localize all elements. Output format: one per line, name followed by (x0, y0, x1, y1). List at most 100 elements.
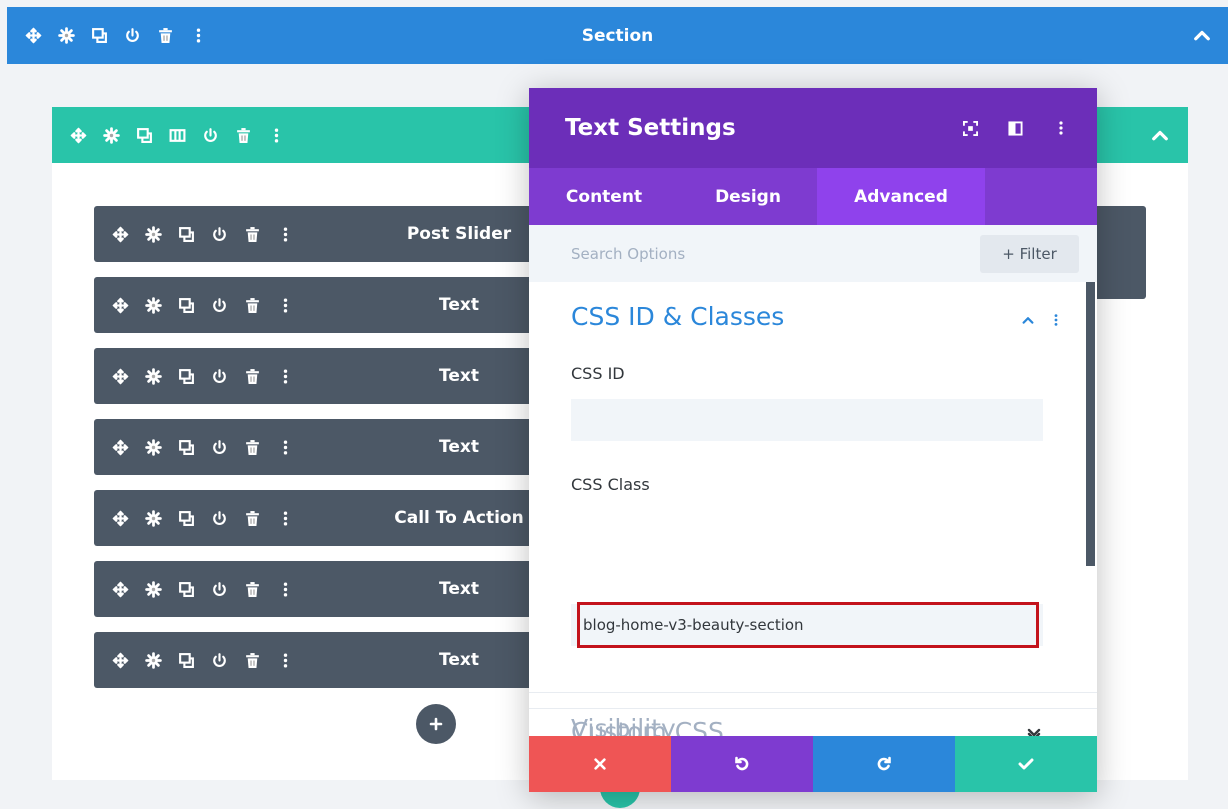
duplicate-icon[interactable] (178, 297, 195, 314)
more-icon[interactable] (277, 652, 294, 669)
save-button[interactable] (955, 736, 1097, 792)
trash-icon[interactable] (244, 439, 261, 456)
more-icon[interactable] (277, 368, 294, 385)
trash-icon[interactable] (235, 127, 252, 144)
tab-bar: Content Design Advanced (529, 168, 1097, 225)
gear-icon[interactable] (145, 580, 162, 598)
more-icon[interactable] (277, 510, 294, 527)
more-icon[interactable] (1053, 120, 1069, 136)
more-icon[interactable] (277, 297, 294, 314)
trash-icon[interactable] (244, 368, 261, 385)
power-icon[interactable] (211, 652, 228, 669)
search-row: + Filter (529, 225, 1097, 282)
duplicate-icon[interactable] (178, 368, 195, 385)
module-label: Text (439, 295, 479, 315)
move-icon[interactable] (70, 127, 87, 144)
duplicate-icon[interactable] (178, 581, 195, 598)
columns-icon[interactable] (169, 127, 186, 144)
scrollbar[interactable] (1086, 282, 1095, 566)
gear-icon[interactable] (145, 296, 162, 314)
redo-icon (876, 756, 892, 772)
add-module-button[interactable] (416, 704, 456, 744)
section-title: Section (581, 25, 654, 46)
tab-design[interactable]: Design (679, 168, 817, 225)
power-icon[interactable] (211, 368, 228, 385)
discard-button[interactable] (529, 736, 671, 792)
move-icon[interactable] (112, 510, 129, 527)
module-call-to-action[interactable]: Call To Action (94, 490, 534, 546)
gear-icon[interactable] (145, 651, 162, 669)
trash-icon[interactable] (244, 510, 261, 527)
search-options-input[interactable] (571, 225, 951, 282)
move-icon[interactable] (112, 439, 129, 456)
undo-icon (734, 756, 750, 772)
move-icon[interactable] (112, 297, 129, 314)
module-label: Text (439, 366, 479, 386)
tab-advanced[interactable]: Advanced (817, 168, 985, 225)
css-group-title[interactable]: CSS ID & Classes (571, 302, 784, 331)
chevron-down-icon[interactable] (1026, 724, 1042, 736)
gear-icon[interactable] (103, 126, 120, 144)
trash-icon[interactable] (244, 297, 261, 314)
chevron-up-icon[interactable] (1192, 25, 1212, 45)
duplicate-icon[interactable] (178, 439, 195, 456)
module-text[interactable]: Text (94, 348, 534, 404)
module-post-slider[interactable]: Post Slider (94, 206, 534, 262)
chevron-up-icon[interactable] (1021, 313, 1035, 327)
modal-footer (529, 736, 1097, 792)
filter-button[interactable]: + Filter (980, 235, 1079, 273)
gear-icon[interactable] (145, 367, 162, 385)
check-icon (1017, 756, 1035, 772)
section-toolbar[interactable]: Section (7, 7, 1228, 64)
duplicate-icon[interactable] (178, 510, 195, 527)
power-icon[interactable] (211, 297, 228, 314)
fullscreen-icon[interactable] (963, 120, 978, 136)
power-icon[interactable] (211, 510, 228, 527)
move-icon[interactable] (112, 581, 129, 598)
undo-button[interactable] (671, 736, 813, 792)
gear-icon[interactable] (145, 438, 162, 456)
css-id-input[interactable] (571, 399, 1043, 441)
module-label: Text (439, 437, 479, 457)
trash-icon[interactable] (244, 226, 261, 243)
module-text[interactable]: Text (94, 632, 534, 688)
move-icon[interactable] (112, 226, 129, 243)
visibility-group-clip: Visibility (529, 708, 1097, 736)
css-class-input[interactable] (571, 604, 1043, 646)
gear-icon[interactable] (145, 509, 162, 527)
gear-icon[interactable] (145, 225, 162, 243)
move-icon[interactable] (112, 652, 129, 669)
duplicate-icon[interactable] (178, 226, 195, 243)
power-icon[interactable] (211, 439, 228, 456)
settings-scroll-area[interactable]: CSS ID & Classes CSS ID CSS Class Custom… (529, 282, 1097, 736)
chevron-up-icon[interactable] (1150, 125, 1170, 145)
more-icon[interactable] (277, 226, 294, 243)
more-icon[interactable] (268, 127, 285, 144)
module-column-2[interactable] (1096, 206, 1146, 299)
css-class-label: CSS Class (571, 475, 650, 494)
trash-icon[interactable] (244, 652, 261, 669)
power-icon[interactable] (211, 226, 228, 243)
divider (529, 692, 1097, 693)
module-text[interactable]: Text (94, 277, 534, 333)
duplicate-icon[interactable] (136, 127, 153, 144)
split-view-icon[interactable] (1008, 120, 1023, 136)
module-label: Text (439, 579, 479, 599)
duplicate-icon[interactable] (178, 652, 195, 669)
modal-header[interactable]: Text Settings (529, 88, 1097, 168)
more-icon[interactable] (277, 581, 294, 598)
more-icon[interactable] (1049, 312, 1063, 328)
module-text[interactable]: Text (94, 561, 534, 617)
module-text[interactable]: Text (94, 419, 534, 475)
power-icon[interactable] (211, 581, 228, 598)
css-id-label: CSS ID (571, 364, 625, 383)
close-icon (593, 757, 607, 771)
move-icon[interactable] (112, 368, 129, 385)
trash-icon[interactable] (244, 581, 261, 598)
redo-button[interactable] (813, 736, 955, 792)
more-icon[interactable] (277, 439, 294, 456)
plus-icon (428, 716, 444, 732)
power-icon[interactable] (202, 127, 219, 144)
visibility-group-title[interactable]: Visibility (571, 714, 676, 736)
tab-content[interactable]: Content (529, 168, 679, 225)
